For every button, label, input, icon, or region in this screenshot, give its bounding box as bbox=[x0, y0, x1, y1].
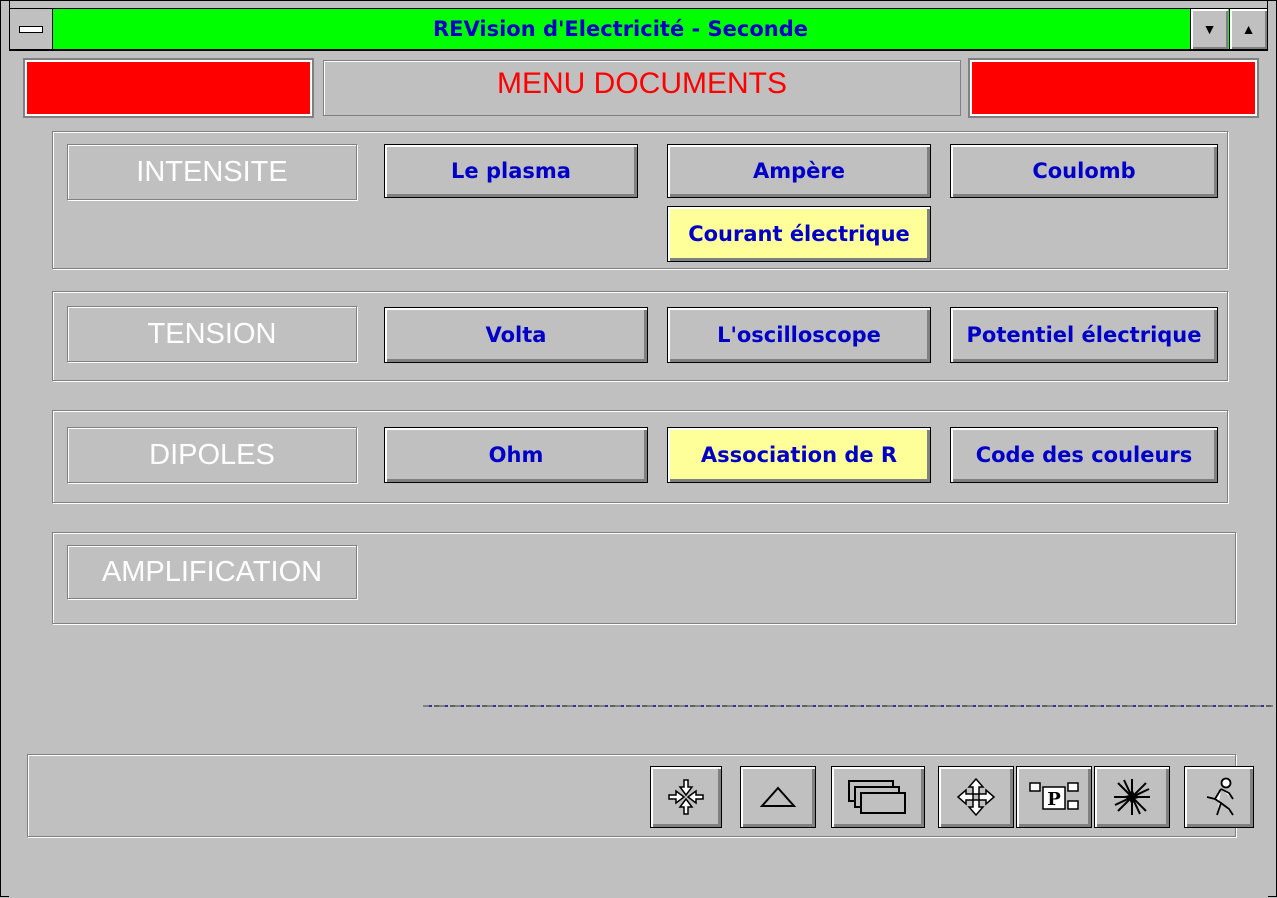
move-arrows-icon bbox=[956, 777, 996, 817]
svg-text:P: P bbox=[1047, 789, 1061, 810]
left-red-panel bbox=[23, 58, 314, 118]
button-volta[interactable]: Volta bbox=[384, 307, 648, 363]
button-ohm[interactable]: Ohm bbox=[384, 427, 648, 483]
triangle-down-icon: ▼ bbox=[1202, 21, 1217, 37]
print-layout-icon: P bbox=[1029, 782, 1079, 810]
button-courant-electrique[interactable]: Courant électrique bbox=[667, 206, 931, 262]
maximize-button[interactable]: ▲ bbox=[1229, 9, 1267, 49]
window-title: REVision d'Electricité - Seconde bbox=[432, 17, 808, 41]
title-bar[interactable]: REVision d'Electricité - Seconde ▼ ▲ bbox=[9, 8, 1268, 50]
right-red-panel bbox=[968, 58, 1259, 118]
windows-button[interactable] bbox=[831, 766, 925, 828]
exit-running-man-icon bbox=[1206, 777, 1234, 816]
windows-icon bbox=[848, 780, 906, 814]
dotted-separator bbox=[423, 705, 1273, 707]
move-button[interactable] bbox=[938, 766, 1014, 828]
label-amplification: AMPLIFICATION bbox=[67, 545, 357, 599]
star-button[interactable] bbox=[1094, 766, 1170, 828]
label-tension: TENSION bbox=[67, 306, 357, 362]
label-dipoles: DIPOLES bbox=[67, 427, 357, 483]
compress-button[interactable] bbox=[650, 766, 722, 828]
system-menu-icon bbox=[19, 25, 43, 33]
exit-button[interactable] bbox=[1184, 766, 1254, 828]
button-le-plasma[interactable]: Le plasma bbox=[384, 144, 638, 198]
button-coulomb[interactable]: Coulomb bbox=[950, 144, 1218, 198]
button-ampere[interactable]: Ampère bbox=[667, 144, 931, 198]
minimize-button[interactable]: ▼ bbox=[1190, 9, 1228, 49]
label-intensite: INTENSITE bbox=[67, 144, 357, 200]
triangle-up-icon bbox=[759, 786, 797, 807]
button-oscilloscope[interactable]: L'oscilloscope bbox=[667, 307, 931, 363]
star-burst-icon bbox=[1114, 779, 1150, 815]
button-potentiel-electrique[interactable]: Potentiel électrique bbox=[950, 307, 1218, 363]
triangle-up-icon: ▲ bbox=[1241, 21, 1256, 37]
up-button[interactable] bbox=[740, 766, 816, 828]
menu-title: MENU DOCUMENTS bbox=[323, 60, 961, 116]
print-layout-button[interactable]: P bbox=[1016, 766, 1092, 828]
button-association-de-r[interactable]: Association de R bbox=[667, 427, 931, 483]
compress-icon bbox=[668, 779, 704, 815]
button-code-des-couleurs[interactable]: Code des couleurs bbox=[950, 427, 1218, 483]
system-menu-button[interactable] bbox=[10, 9, 53, 49]
